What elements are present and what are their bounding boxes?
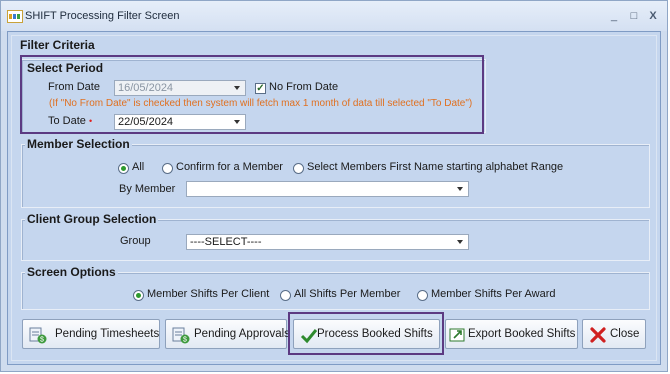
member-selection-heading: Member Selection xyxy=(25,137,132,151)
group-label: Group xyxy=(120,235,151,247)
window-title: SHIFT Processing Filter Screen xyxy=(25,10,180,22)
radio-all-shifts-per-member[interactable] xyxy=(280,290,291,301)
pending-timesheets-label: Pending Timesheets xyxy=(55,328,160,340)
timesheet-icon: $ xyxy=(29,327,47,344)
radio-member-shifts-per-client[interactable] xyxy=(133,290,144,301)
group-dropdown[interactable]: ----SELECT---- xyxy=(186,234,469,250)
app-window: SHIFT Processing Filter Screen _ □ X Fil… xyxy=(0,0,668,372)
process-button-highlight xyxy=(288,312,444,355)
svg-text:$: $ xyxy=(183,337,187,344)
shift-logo-icon xyxy=(7,10,23,23)
by-member-label: By Member xyxy=(119,183,176,195)
client-group-heading: Client Group Selection xyxy=(25,212,159,226)
select-period-highlight xyxy=(20,55,484,134)
minimize-button[interactable]: _ xyxy=(605,7,623,25)
radio-all-members[interactable] xyxy=(118,163,129,174)
close-button[interactable]: Close xyxy=(582,319,646,349)
close-window-button[interactable]: X xyxy=(644,7,662,25)
export-booked-shifts-button[interactable]: Export Booked Shifts xyxy=(445,319,578,349)
svg-text:$: $ xyxy=(40,337,44,344)
by-member-dropdown[interactable] xyxy=(186,181,469,197)
maximize-button[interactable]: □ xyxy=(625,7,643,25)
member-selection-group xyxy=(21,144,650,208)
radio-all-label: All xyxy=(132,161,145,173)
radio-first-name-range[interactable] xyxy=(293,163,304,174)
close-x-icon xyxy=(590,327,606,343)
radio-confirm-for-member[interactable] xyxy=(162,163,173,174)
chevron-down-icon xyxy=(454,236,467,248)
screen-options-heading: Screen Options xyxy=(25,265,118,279)
radio-per-client-label: Member Shifts Per Client xyxy=(147,288,270,300)
close-label: Close xyxy=(610,328,640,340)
filter-panel: Filter Criteria Select Period From Date … xyxy=(7,31,661,365)
radio-confirm-label: Confirm for a Member xyxy=(176,161,283,173)
title-bar[interactable]: SHIFT Processing Filter Screen _ □ X xyxy=(1,1,667,31)
radio-range-label: Select Members First Name starting alpha… xyxy=(307,161,564,173)
export-icon xyxy=(449,328,465,342)
export-booked-shifts-label: Export Booked Shifts xyxy=(468,328,576,340)
filter-criteria-heading: Filter Criteria xyxy=(18,38,97,52)
pending-timesheets-button[interactable]: $ Pending Timesheets xyxy=(22,319,160,349)
radio-member-shifts-per-award[interactable] xyxy=(417,290,428,301)
pending-approvals-label: Pending Approvals xyxy=(194,328,290,340)
chevron-down-icon xyxy=(454,183,467,195)
radio-per-member-label: All Shifts Per Member xyxy=(294,288,401,300)
pending-approvals-button[interactable]: $ Pending Approvals xyxy=(165,319,290,349)
approval-icon: $ xyxy=(172,327,190,344)
radio-per-award-label: Member Shifts Per Award xyxy=(431,288,556,300)
